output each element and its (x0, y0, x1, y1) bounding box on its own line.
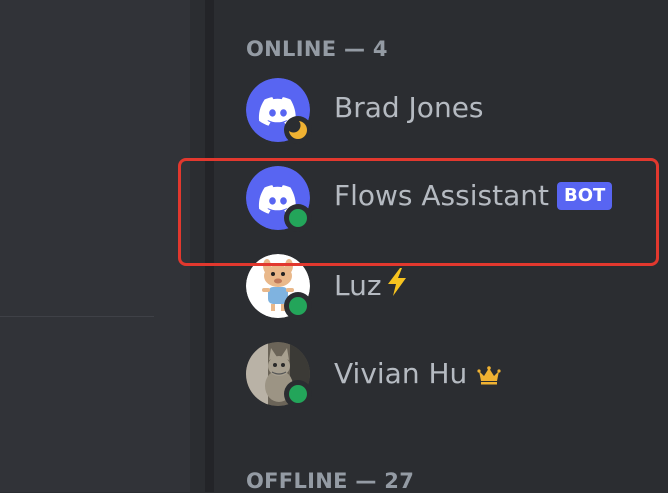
lightning-bolt-icon (384, 267, 410, 304)
offline-section-header: OFFLINE — 27 (246, 469, 415, 493)
member-flows-assistant[interactable]: Flows Assistant BOT (246, 166, 666, 236)
online-status-icon (284, 380, 312, 408)
member-vivian-hu[interactable]: Vivian Hu (246, 342, 666, 412)
divider (0, 316, 154, 317)
online-status-icon (284, 292, 312, 320)
member-list: ONLINE — 4 Brad Jones Flows Assistant BO… (214, 0, 668, 493)
chat-panel (0, 0, 190, 492)
online-section-header: ONLINE — 4 (246, 37, 388, 61)
member-name: Vivian Hu (334, 355, 501, 392)
scrollbar-track[interactable] (205, 0, 214, 492)
member-name: Luz (334, 267, 410, 304)
member-name: Flows Assistant BOT (334, 179, 613, 212)
bot-badge: BOT (556, 181, 613, 210)
member-brad-jones[interactable]: Brad Jones (246, 78, 666, 148)
member-name: Brad Jones (334, 91, 484, 124)
idle-status-icon (284, 116, 312, 144)
crown-icon (477, 359, 501, 392)
member-luz[interactable]: Luz (246, 254, 666, 324)
online-status-icon (284, 204, 312, 232)
